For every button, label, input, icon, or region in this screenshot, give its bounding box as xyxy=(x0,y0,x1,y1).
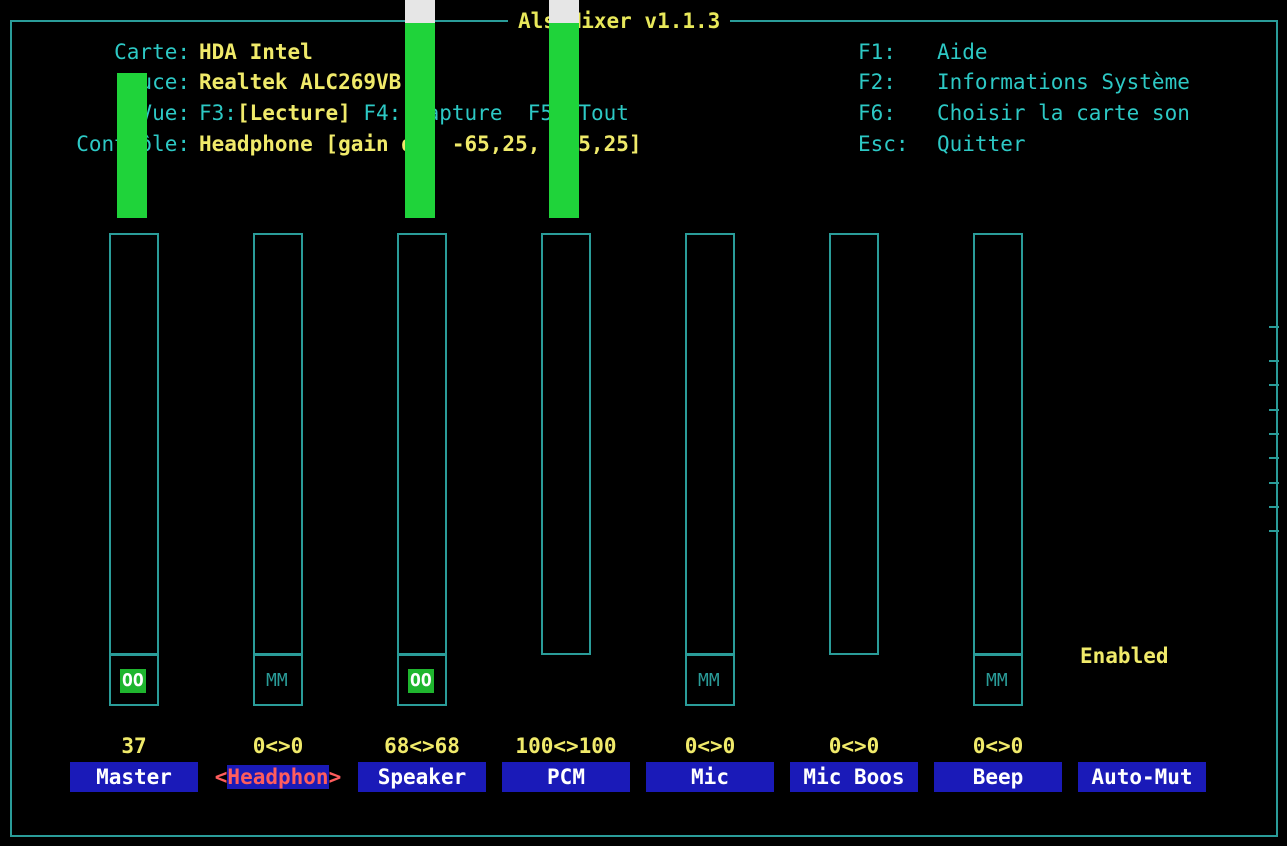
view-f3-key[interactable]: F3: xyxy=(199,101,237,125)
volume-bar-frame[interactable] xyxy=(397,233,447,655)
volume-fill-white xyxy=(549,0,579,23)
key-help-key: F1: xyxy=(858,40,896,64)
scroll-tick xyxy=(1269,360,1279,362)
volume-fill-green xyxy=(549,22,579,218)
channel-name-auto-mut[interactable]: Auto-Mut xyxy=(1078,762,1206,792)
key-sysinfo[interactable]: F2: xyxy=(858,70,896,94)
mute-switch-frame[interactable]: OO xyxy=(109,654,159,706)
auto-mute-value: Enabled xyxy=(1080,644,1169,668)
scroll-tick xyxy=(1269,326,1279,328)
card-label: Carte: xyxy=(114,40,190,64)
key-quit-key: Esc: xyxy=(858,132,909,156)
chip-value: Realtek ALC269VB xyxy=(199,70,402,94)
key-soundcard-action[interactable]: Choisir la carte son xyxy=(937,101,1190,125)
mute-switch[interactable]: MM xyxy=(264,669,290,693)
mute-switch[interactable]: MM xyxy=(984,669,1010,693)
volume-bar-frame[interactable] xyxy=(829,233,879,655)
key-help[interactable]: F1: xyxy=(858,40,896,64)
volume-bar-frame[interactable] xyxy=(253,233,303,655)
mute-switch-frame[interactable]: MM xyxy=(973,654,1023,706)
volume-value: 68<>68 xyxy=(384,734,460,758)
volume-bar-frame[interactable] xyxy=(109,233,159,655)
volume-bar-frame[interactable] xyxy=(685,233,735,655)
mute-switch[interactable]: OO xyxy=(408,669,434,693)
key-quit[interactable]: Esc: xyxy=(858,132,909,156)
mute-switch-frame[interactable]: OO xyxy=(397,654,447,706)
volume-value: 0<>0 xyxy=(252,734,304,758)
key-sysinfo-key: F2: xyxy=(858,70,896,94)
view-label: Vue: xyxy=(139,101,190,125)
control-label: Contrôle: xyxy=(10,132,190,156)
volume-fill-green xyxy=(117,73,147,218)
mute-switch-frame[interactable]: MM xyxy=(685,654,735,706)
mute-switch[interactable]: MM xyxy=(696,669,722,693)
channel-name-mic[interactable]: Mic xyxy=(646,762,774,792)
volume-bar-frame[interactable] xyxy=(541,233,591,655)
volume-value: 0<>0 xyxy=(684,734,736,758)
channel-name-mic-boos[interactable]: Mic Boos xyxy=(790,762,918,792)
key-quit-action[interactable]: Quitter xyxy=(937,132,1026,156)
scroll-tick xyxy=(1269,482,1279,484)
key-soundcard-key: F6: xyxy=(858,101,896,125)
scroll-tick xyxy=(1269,433,1279,435)
chip-label: Puce: xyxy=(126,70,190,94)
volume-fill-green xyxy=(405,22,435,218)
volume-value: 0<>0 xyxy=(828,734,880,758)
volume-bar-frame[interactable] xyxy=(973,233,1023,655)
scroll-tick xyxy=(1269,409,1279,411)
key-soundcard[interactable]: F6: xyxy=(858,101,896,125)
channel-name-headphon[interactable]: <Headphon> xyxy=(214,762,342,792)
mute-switch[interactable]: OO xyxy=(120,669,146,693)
view-playback-option[interactable]: [Lecture] xyxy=(237,101,351,125)
channel-name-master[interactable]: Master xyxy=(70,762,198,792)
scroll-tick xyxy=(1269,457,1279,459)
key-sysinfo-action[interactable]: Informations Système xyxy=(937,70,1190,94)
scroll-tick xyxy=(1269,530,1279,532)
volume-value: 37 xyxy=(121,734,147,758)
card-value: HDA Intel xyxy=(199,40,313,64)
scroll-tick xyxy=(1269,506,1279,508)
volume-value: 100<>100 xyxy=(515,734,617,758)
key-help-action[interactable]: Aide xyxy=(937,40,988,64)
volume-value: 0<>0 xyxy=(972,734,1024,758)
channel-name-beep[interactable]: Beep xyxy=(934,762,1062,792)
volume-fill-white xyxy=(405,0,435,23)
window-title: AlsaMixer v1.1.3 xyxy=(508,9,731,33)
mute-switch-frame[interactable]: MM xyxy=(253,654,303,706)
channel-name-speaker[interactable]: Speaker xyxy=(358,762,486,792)
channel-name-pcm[interactable]: PCM xyxy=(502,762,630,792)
scroll-tick xyxy=(1269,384,1279,386)
